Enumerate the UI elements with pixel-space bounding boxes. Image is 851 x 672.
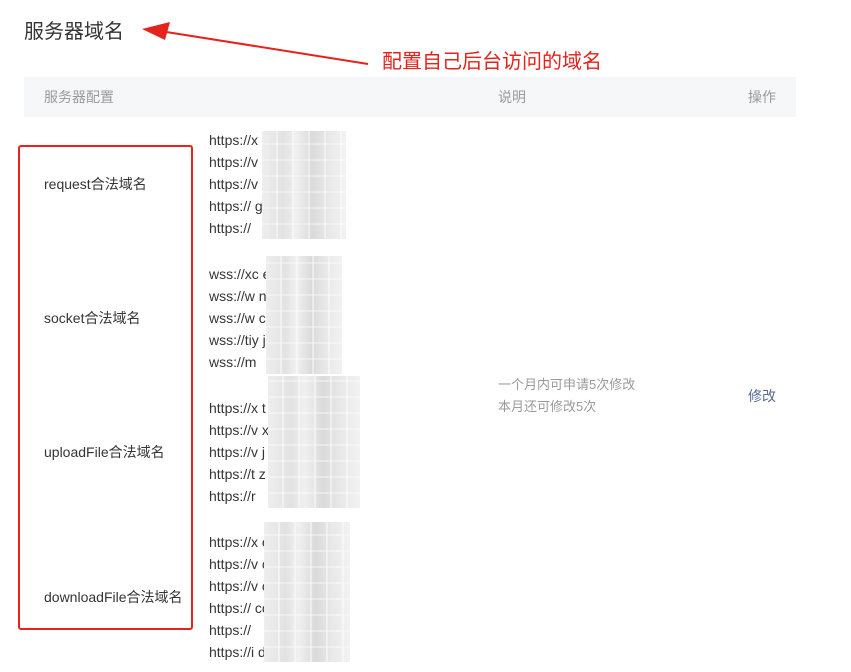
domain-item: wss://w com [209,310,286,326]
domain-item: https://x t me [209,400,290,416]
domain-list-downloadfile: https://x e.me https://v cn https://v co… [209,531,293,663]
row-label-uploadfile: uploadFile合法域名 [44,444,165,460]
page-title: 服务器域名 [24,21,124,43]
domain-item: https://v com [209,578,289,594]
domain-item: wss://xc e.me [209,266,294,282]
domain-item: https://v x n [209,422,281,438]
domain-item: https://t z g.com [209,466,308,482]
domain-item: https://x e.me [209,132,294,148]
domain-item: wss://w n [209,288,267,304]
row-label-socket: socket合法域名 [44,310,141,326]
domain-item: https://x e.me [209,534,294,550]
row-label-downloadfile: downloadFile合法域名 [44,589,183,605]
domain-list-uploadfile: https://x t me https://v x n https://v j… [209,397,308,507]
header-operation: 操作 [748,89,776,105]
domain-item: https:// com [209,600,282,616]
domain-item: https://v j com [209,444,296,460]
description-line: 一个月内可申请5次修改 [498,377,636,392]
row-label-request: request合法域名 [44,176,147,192]
domain-item: https://v .cn [209,154,281,170]
description-line: 本月还可修改5次 [498,399,597,414]
header-server-config: 服务器配置 [44,89,114,105]
domain-item: https://v cn [209,556,277,572]
domain-item: https://i d. [209,644,270,660]
annotation-text: 配置自己后台访问的域名 [382,51,602,73]
domain-item: https:// g.com [209,198,294,214]
domain-item: https:// [209,622,252,638]
domain-item: wss://tiy j com [209,332,297,348]
domain-item: https:// [209,220,252,236]
domain-list-request: https://x e.me https://v .cn https://v g… [209,129,300,239]
domain-item: wss://m [209,354,257,370]
domain-item: https://r [209,488,256,504]
domain-list-socket: wss://xc e.me wss://w n wss://w com wss:… [209,263,296,373]
header-description: 说明 [498,89,526,105]
domain-item: https://v g.com [209,176,301,192]
description-text: 一个月内可申请5次修改 本月还可修改5次 [498,374,635,418]
annotation-highlight-box [18,145,193,630]
modify-link[interactable]: 修改 [748,385,776,407]
table-header: 服务器配置 说明 操作 [24,77,796,117]
